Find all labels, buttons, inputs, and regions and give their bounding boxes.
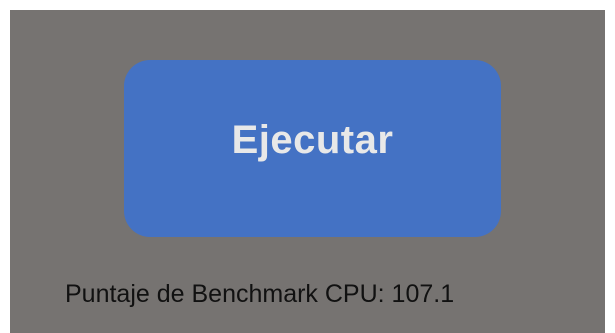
run-button-label: Ejecutar bbox=[231, 118, 394, 162]
app-panel: Ejecutar Puntaje de Benchmark CPU: 107.1 bbox=[10, 10, 605, 333]
benchmark-score-text: Puntaje de Benchmark CPU: 107.1 bbox=[65, 280, 455, 308]
run-button[interactable]: Ejecutar bbox=[124, 60, 501, 237]
